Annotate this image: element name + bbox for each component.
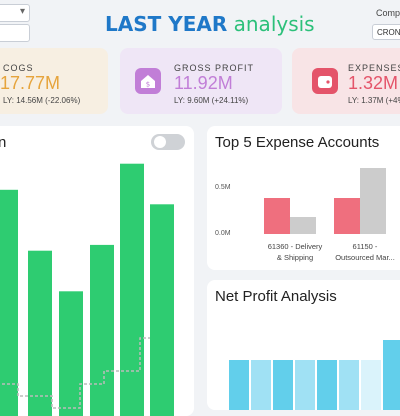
period-select[interactable]: ▾ xyxy=(0,4,30,22)
monthly-chart-panel: n xyxy=(0,126,194,416)
expense-accounts-panel: Top 5 Expense Accounts 0.5M 0.0M 61360 -… xyxy=(207,126,400,270)
expense-bar[interactable] xyxy=(334,198,360,234)
house-dollar-icon: $ xyxy=(135,68,161,94)
kpi-last-year: LY: 9.60M (+24.11%) xyxy=(174,96,249,105)
wallet-icon xyxy=(312,68,338,94)
filter-select[interactable] xyxy=(0,24,30,42)
kpi-card-expenses: EXPENSES 1.32M LY: 1.37M (+4% xyxy=(292,48,400,114)
ribbon-segment[interactable] xyxy=(295,360,315,410)
bar[interactable] xyxy=(28,250,52,416)
kpi-value: 11.92M xyxy=(174,73,233,93)
kpi-card-gross-profit: $ GROSS PROFIT 11.92M LY: 9.60M (+24.11%… xyxy=(120,48,282,114)
kpi-value: 17.77M xyxy=(0,73,61,93)
expense-bar[interactable] xyxy=(264,198,290,234)
kpi-last-year: LY: 1.37M (+4% xyxy=(348,96,400,105)
company-label: Comp xyxy=(376,8,400,18)
bar[interactable] xyxy=(150,204,174,416)
bar[interactable] xyxy=(120,163,144,416)
kpi-value: 1.32M xyxy=(348,73,399,93)
kpi-label: EXPENSES xyxy=(348,63,400,73)
category-label: 61150 - Outsourced Mar... xyxy=(335,242,395,262)
page-title: LAST YEAR analysis xyxy=(105,12,315,36)
kpi-card-cogs: COGS 17.77M LY: 14.56M (-22.06%) xyxy=(0,48,108,114)
category-label: 61360 - Delivery & Shipping xyxy=(267,242,323,262)
kpi-label: GROSS PROFIT xyxy=(174,63,255,73)
ribbon-segment[interactable] xyxy=(339,360,359,410)
ribbon-segment[interactable] xyxy=(251,360,271,410)
expense-bar[interactable] xyxy=(290,217,316,234)
ribbon-segment[interactable] xyxy=(229,360,249,410)
ribbon-segment[interactable] xyxy=(361,360,381,410)
expense-bar[interactable] xyxy=(360,168,386,234)
net-profit-panel: Net Profit Analysis xyxy=(207,280,400,410)
chevron-down-icon: ▾ xyxy=(19,6,25,17)
kpi-last-year: LY: 14.56M (-22.06%) xyxy=(3,96,81,105)
ribbon-segment[interactable] xyxy=(273,360,293,410)
company-select[interactable]: CRONO xyxy=(372,24,400,40)
ribbon-segment[interactable] xyxy=(317,360,337,410)
svg-text:$: $ xyxy=(146,81,150,89)
monthly-bar-chart xyxy=(0,163,174,416)
net-profit-ribbon-chart xyxy=(229,340,400,410)
bar[interactable] xyxy=(90,244,114,416)
bar[interactable] xyxy=(0,189,18,416)
kpi-label: COGS xyxy=(3,63,34,73)
